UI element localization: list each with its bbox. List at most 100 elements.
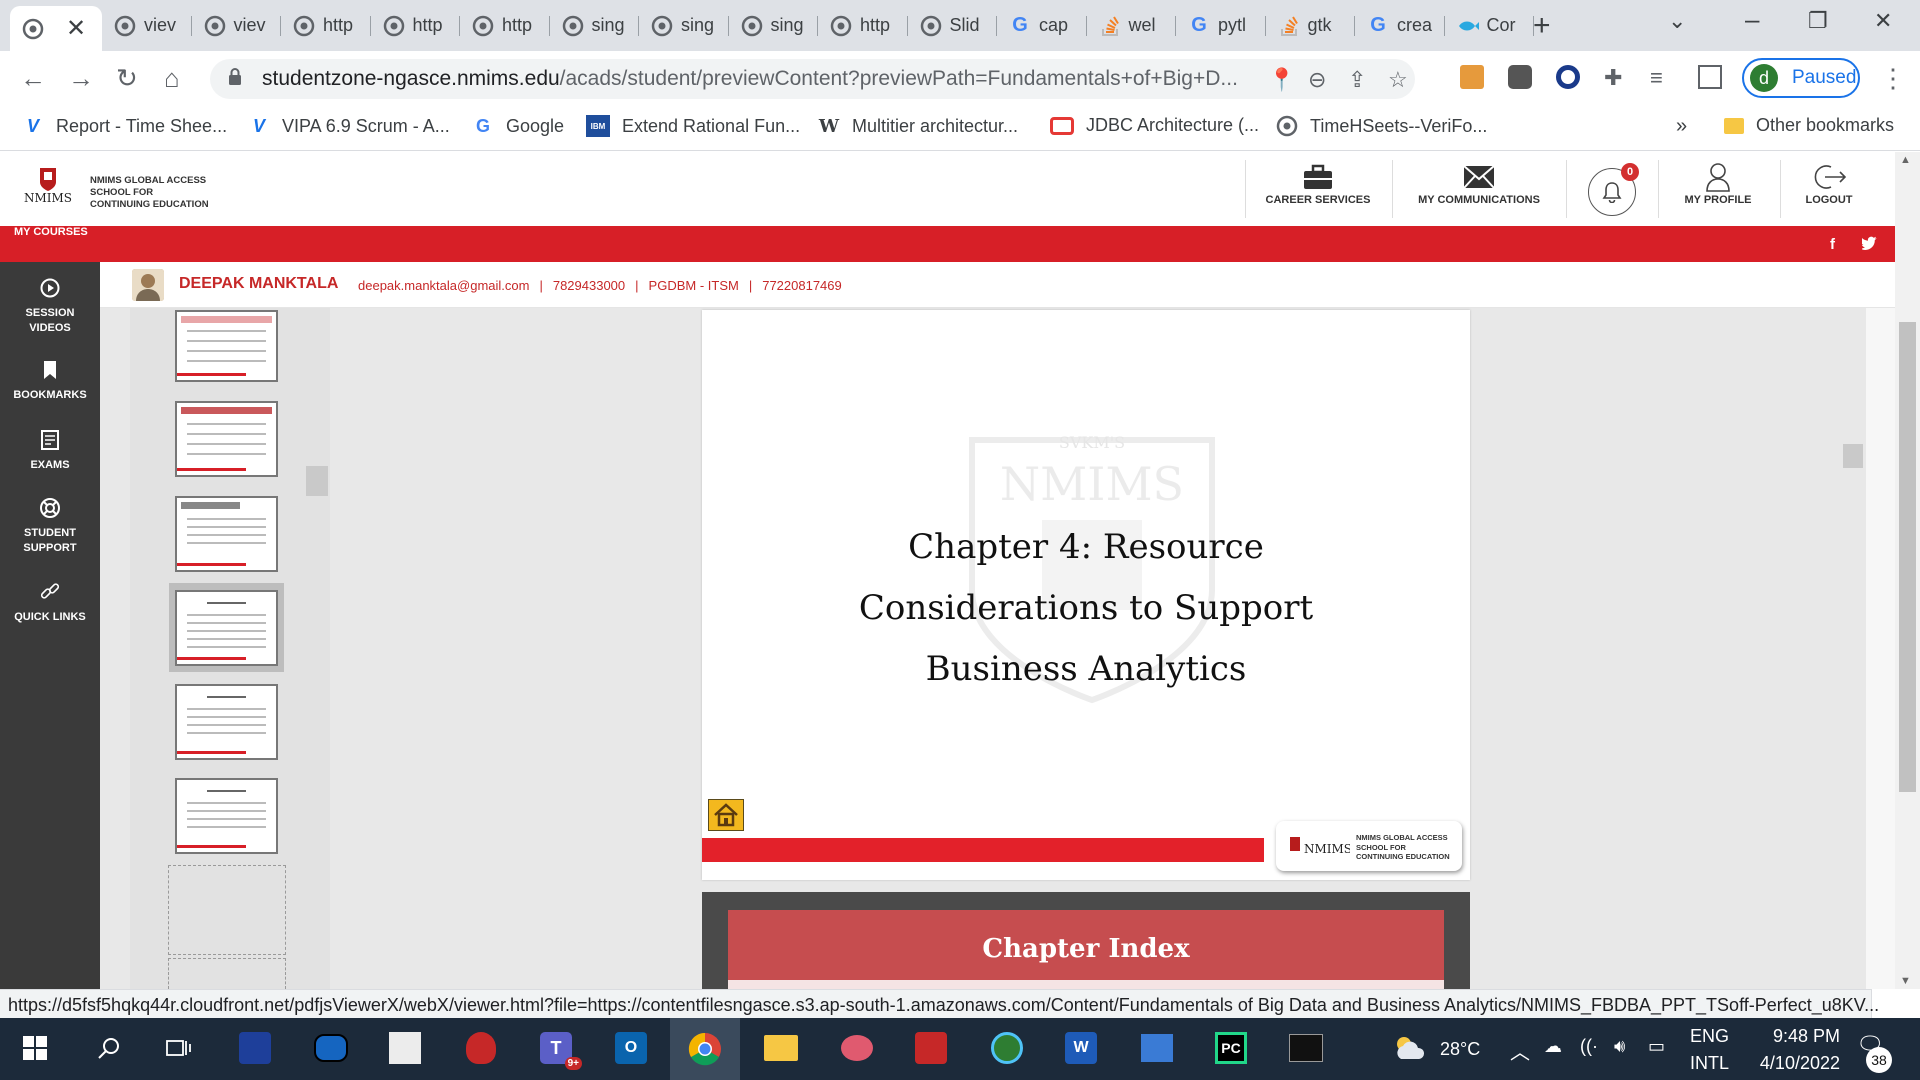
clock[interactable]: 9:48 PM 4/10/2022 [1758, 1026, 1840, 1074]
sidebar-item-exams[interactable]: EXAMS [0, 428, 100, 473]
weather-icon[interactable] [1390, 1029, 1428, 1067]
tab[interactable]: http [281, 8, 371, 43]
wifi-icon[interactable]: ((· [1580, 1036, 1598, 1057]
language-indicator[interactable]: ENG INTL [1690, 1026, 1729, 1074]
photos-icon[interactable] [1138, 1029, 1176, 1067]
page-thumbnail-selected[interactable] [175, 590, 278, 666]
tab-active[interactable]: ✕ [10, 6, 102, 51]
tab[interactable]: Gcrea [1355, 8, 1445, 43]
search-icon[interactable] [90, 1029, 128, 1067]
share-icon[interactable]: ⇪ [1348, 67, 1366, 93]
address-bar[interactable]: studentzone-ngasce.nmims.edu/acads/stude… [210, 59, 1415, 99]
tab[interactable]: http [460, 8, 550, 43]
scroll-down-icon[interactable]: ▼ [1900, 975, 1911, 987]
task-view-icon[interactable] [160, 1029, 198, 1067]
windows-start-icon[interactable] [16, 1029, 54, 1067]
word-icon[interactable]: W [1062, 1029, 1100, 1067]
career-services-link[interactable]: CAREER SERVICES [1252, 160, 1384, 220]
twitter-icon[interactable] [1860, 236, 1878, 253]
bookmark-item[interactable]: W Multitier architectur... [818, 115, 1018, 137]
media-icon[interactable]: ≡ [1650, 65, 1674, 90]
app-icon[interactable] [988, 1029, 1026, 1067]
app-icon[interactable] [312, 1029, 350, 1067]
acrobat-icon[interactable] [912, 1029, 950, 1067]
menu-icon[interactable]: ⋮ [1880, 63, 1906, 94]
app-icon[interactable] [386, 1029, 424, 1067]
extension-icon[interactable] [1556, 65, 1580, 89]
bookmark-item[interactable]: V VIPA 6.9 Scrum - A... [248, 115, 450, 137]
app-icon[interactable] [236, 1029, 274, 1067]
home-button[interactable]: ⌂ [164, 63, 180, 94]
logout-link[interactable]: LOGOUT [1790, 160, 1868, 220]
page-scrollbar-thumb[interactable] [1899, 322, 1916, 792]
facebook-icon[interactable]: f [1830, 236, 1835, 253]
page-thumbnail[interactable] [175, 310, 278, 382]
tab[interactable]: wel [1087, 8, 1176, 43]
thumbnail-scrollbar[interactable] [306, 466, 328, 496]
tab-search-icon[interactable]: ⌄ [1668, 8, 1686, 34]
extension-icon[interactable] [1460, 65, 1484, 89]
puzzle-icon[interactable]: ✚ [1604, 65, 1628, 90]
close-window-button[interactable]: ✕ [1874, 8, 1892, 34]
sidebar-item-student-support[interactable]: STUDENT SUPPORT [0, 496, 100, 556]
bookmark-item[interactable]: TimeHSeets--VeriFo... [1276, 115, 1487, 137]
chrome-icon[interactable] [670, 1018, 740, 1080]
battery-icon[interactable]: ▭ [1648, 1036, 1665, 1057]
onedrive-icon[interactable]: ☁ [1544, 1036, 1562, 1057]
tab[interactable]: Gcap [997, 8, 1087, 43]
terminal-icon[interactable] [1287, 1029, 1325, 1067]
bookmark-item[interactable]: V Report - Time Shee... [22, 115, 227, 137]
nmims-logo[interactable]: NMIMS [22, 166, 74, 214]
tab[interactable]: Slid [908, 8, 997, 43]
tab[interactable]: http [371, 8, 460, 43]
location-icon[interactable]: 📍 [1268, 67, 1295, 93]
profile-button[interactable]: d Paused [1742, 58, 1860, 98]
tab[interactable]: http [818, 8, 908, 43]
forward-button[interactable]: → [68, 63, 94, 94]
tab[interactable]: sing [639, 8, 729, 43]
scroll-up-icon[interactable]: ▲ [1900, 154, 1911, 166]
file-explorer-icon[interactable] [762, 1029, 800, 1067]
zoom-icon[interactable]: ⊖ [1308, 67, 1326, 93]
page-thumbnail[interactable] [175, 496, 278, 572]
new-tab-button[interactable]: + [1533, 9, 1551, 43]
outlook-icon[interactable]: O [612, 1029, 650, 1067]
sidebar-item-session-videos[interactable]: SESSION VIDEOS [0, 276, 100, 336]
teams-icon[interactable]: T 9+ [537, 1029, 582, 1070]
tab[interactable]: sing [729, 8, 818, 43]
other-bookmarks-folder[interactable]: Other bookmarks [1724, 115, 1894, 136]
tab[interactable]: viev [192, 8, 281, 43]
bookmarks-overflow-button[interactable]: » [1676, 115, 1687, 138]
page-thumbnail[interactable] [175, 401, 278, 477]
reload-button[interactable]: ↻ [116, 63, 138, 94]
my-profile-link[interactable]: MY PROFILE [1666, 160, 1770, 220]
notifications-button[interactable]: 0 [1588, 160, 1639, 220]
extension-icon[interactable] [1508, 65, 1532, 89]
page-thumbnail[interactable] [175, 778, 278, 854]
tab[interactable]: sing [550, 8, 639, 43]
my-communications-link[interactable]: MY COMMUNICATIONS [1400, 160, 1558, 220]
bookmark-star-icon[interactable]: ☆ [1388, 67, 1408, 93]
side-panel-icon[interactable] [1698, 65, 1722, 89]
page-thumbnail[interactable] [175, 684, 278, 760]
volume-icon[interactable]: 🔊︎ [1614, 1036, 1625, 1057]
bookmark-item[interactable]: G Google [472, 115, 564, 137]
tab[interactable]: Gpytl [1176, 8, 1266, 43]
viewer-scrollbar-thumb[interactable] [1843, 444, 1863, 468]
app-icon[interactable] [838, 1029, 876, 1067]
bookmark-item[interactable]: IBM Extend Rational Fun... [586, 115, 800, 137]
page-thumbnail-loading[interactable] [168, 958, 286, 989]
chevron-up-icon[interactable]: ︿ [1510, 1036, 1530, 1065]
tab[interactable]: gtk [1266, 8, 1355, 43]
close-tab-icon[interactable]: ✕ [66, 14, 86, 43]
page-scrollbar[interactable]: ▲ ▼ [1895, 152, 1920, 989]
my-courses-link[interactable]: MY COURSES [14, 226, 88, 238]
sidebar-item-quick-links[interactable]: QUICK LINKS [0, 580, 100, 625]
restore-button[interactable]: ❐ [1808, 8, 1828, 34]
pycharm-icon[interactable]: PC [1212, 1029, 1250, 1067]
minimize-button[interactable]: – [1745, 4, 1759, 35]
home-icon[interactable] [708, 799, 744, 831]
sidebar-item-bookmarks[interactable]: BOOKMARKS [0, 358, 100, 403]
page-thumbnail-loading[interactable] [168, 865, 286, 955]
app-icon[interactable] [462, 1029, 500, 1067]
